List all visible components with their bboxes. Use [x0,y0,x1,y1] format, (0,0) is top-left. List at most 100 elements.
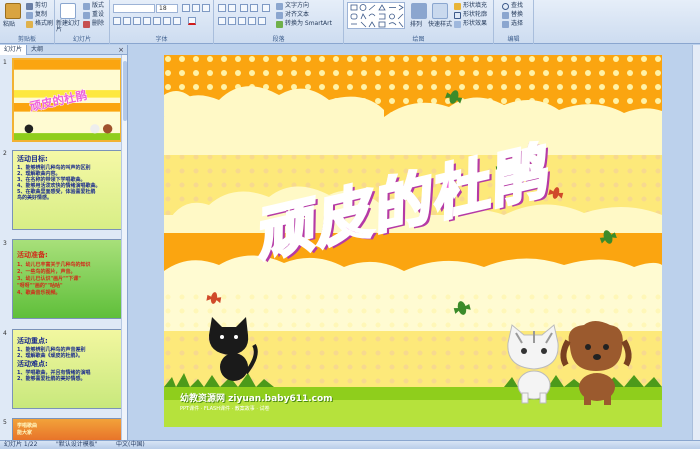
arrange-icon [411,3,427,19]
fill-icon [454,2,461,10]
bold-icon[interactable] [113,17,121,25]
font-group-label: 字体 [155,36,168,43]
slides-panel: 幻灯片 大纲 × 1 顽皮的杜鹃 2 活动目标: 1、能够辨别几种鸟的叫声的区别… [0,44,128,440]
ribbon: 粘贴 剪切 复制 格式刷 剪贴板 新建幻灯片 版式 重设 删除 幻灯片 18 字… [0,0,700,44]
bullets-icon[interactable] [218,4,226,12]
shape-fill-button[interactable]: 形状填充 [454,2,487,10]
layout-icon [83,2,90,10]
slide-thumbnail-5[interactable]: 学唱歌曲 能大家 [12,418,122,440]
tab-outline[interactable]: 大纲 [27,45,47,55]
select-button[interactable]: 选择 [502,20,523,28]
thumb-line: 2、一些鸟的图片，声音。 [17,269,76,275]
text-direction-button[interactable]: 文字方向 [276,2,309,10]
panel-scrollbar[interactable] [121,55,127,440]
copy-button[interactable]: 复制 [26,11,47,19]
delete-slide-button[interactable]: 删除 [83,20,104,28]
quick-styles-button[interactable]: 快速样式 [428,21,452,29]
justify-icon[interactable] [248,17,256,25]
slides-group: 新建幻灯片 版式 重设 删除 幻灯片 [55,0,110,44]
underline-icon[interactable] [133,17,141,25]
smartart-button[interactable]: 转换为 SmartArt [276,20,332,28]
font-name-field[interactable] [113,4,155,13]
thumb-line: 能大家 [17,430,33,436]
font-color-icon[interactable] [188,17,196,25]
increase-indent-icon[interactable] [250,4,258,12]
thumb-line: 1、幼儿已丰富关于几种鸟的知识 [17,262,91,268]
layout-button[interactable]: 版式 [83,2,104,10]
effects-icon [454,20,461,28]
shrink-font-icon[interactable] [192,4,200,12]
thumb-line: 鸟的美好情感。 [17,195,53,201]
thumb-line: 3、幼儿已认识"画片""下课" [17,276,81,282]
align-left-icon[interactable] [218,17,226,25]
find-icon [502,2,509,10]
language-indicator[interactable]: 中文(中国) [116,441,145,449]
font-size-value: 18 [159,5,167,12]
slide-editing-area: 顽皮的杜鹃 幼教资源网 ziyuan.baby611.com PPT课件 · F… [129,45,700,440]
paragraph-group: 文字方向 对齐文本 转换为 SmartArt 段落 [214,0,344,44]
slide-number: 4 [3,330,7,337]
slide-thumbnail-2[interactable]: 活动目标: 1、能够辨别几种鸟的叫声的区别 2、理解歌曲内容。 3、在名称的带领… [12,150,122,230]
slide-scrollbar[interactable] [692,45,700,440]
italic-icon[interactable] [123,17,131,25]
decrease-indent-icon[interactable] [240,4,248,12]
align-center-icon[interactable] [228,17,236,25]
theme-name: "默认设计模板" [56,441,98,448]
shadow-icon[interactable] [153,17,161,25]
paste-button[interactable]: 粘贴 [3,21,15,29]
panel-tabs: 幻灯片 大纲 × [0,44,127,55]
smartart-icon [276,20,283,28]
line-spacing-icon[interactable] [262,4,270,12]
watermark: 幼教资源网 ziyuan.baby611.com PPT课件 · FLASH课件… [180,391,440,412]
change-case-icon[interactable] [173,17,181,25]
numbering-icon[interactable] [228,4,236,12]
panel-scroll-thumb[interactable] [123,61,127,121]
shape-outline-button[interactable]: 形状轮廓 [454,11,487,19]
slide-counter: 幻灯片 1/22 [4,441,38,448]
watermark-subtext: PPT课件 · FLASH课件 · 教案故事 · 试卷 [180,406,270,412]
tab-slides[interactable]: 幻灯片 [0,44,28,55]
thumb-line: 2、理解歌曲《顽皮的杜鹃》。 [17,353,83,359]
slide-thumbnail-4[interactable]: 活动重点: 1、能够辨别几种鸟的声音差别 2、理解歌曲《顽皮的杜鹃》。 活动难点… [12,329,122,409]
clear-format-icon[interactable] [202,4,210,12]
thumb-heading: 活动准备: [17,251,48,259]
thumb-line: 4、歌曲音乐视频。 [17,290,61,296]
replace-button[interactable]: 替换 [502,11,523,19]
paragraph-group-label: 段落 [272,36,285,43]
slide-thumbnail-1-preview: 顽皮的杜鹃 [14,60,120,140]
align-right-icon[interactable] [238,17,246,25]
thumb-heading: 活动重点: [17,337,48,345]
columns-icon[interactable] [258,17,266,25]
slide-number: 5 [3,419,7,426]
reset-icon [83,11,90,19]
find-button[interactable]: 查找 [502,2,523,10]
replace-icon [502,11,509,19]
slide-thumbnail-3[interactable]: 活动准备: 1、幼儿已丰富关于几种鸟的知识 2、一些鸟的图片，声音。 3、幼儿已… [12,239,122,319]
powerpoint-window: 粘贴 剪切 复制 格式刷 剪贴板 新建幻灯片 版式 重设 删除 幻灯片 18 字… [0,0,700,449]
align-text-icon [276,11,283,19]
shapes-gallery[interactable] [347,2,405,29]
thumb-heading: 活动目标: [17,155,48,163]
clipboard-group: 粘贴 剪切 复制 格式刷 剪贴板 [0,0,55,44]
spacing-icon[interactable] [163,17,171,25]
cut-button[interactable]: 剪切 [26,2,47,10]
new-slide-button[interactable]: 新建幻灯片 [56,21,82,33]
slide-thumbnail-1[interactable]: 顽皮的杜鹃 [12,58,122,142]
reset-button[interactable]: 重设 [83,11,104,19]
slide-number: 1 [3,59,7,66]
font-group: 18 字体 [110,0,214,44]
new-slide-icon [60,3,76,19]
arrange-button[interactable]: 排列 [410,21,422,29]
grow-font-icon[interactable] [182,4,190,12]
slide-canvas[interactable]: 顽皮的杜鹃 幼教资源网 ziyuan.baby611.com PPT课件 · F… [164,55,662,427]
font-size-field[interactable]: 18 [156,4,178,13]
format-painter-button[interactable]: 格式刷 [26,20,53,28]
align-text-button[interactable]: 对齐文本 [276,11,309,19]
strikethrough-icon[interactable] [143,17,151,25]
text-direction-icon [276,2,283,10]
close-icon[interactable]: × [118,46,127,54]
slide-background [164,55,662,427]
shape-effects-button[interactable]: 形状效果 [454,20,487,28]
delete-icon [83,20,90,28]
thumb-heading-2: 活动难点: [17,360,48,368]
